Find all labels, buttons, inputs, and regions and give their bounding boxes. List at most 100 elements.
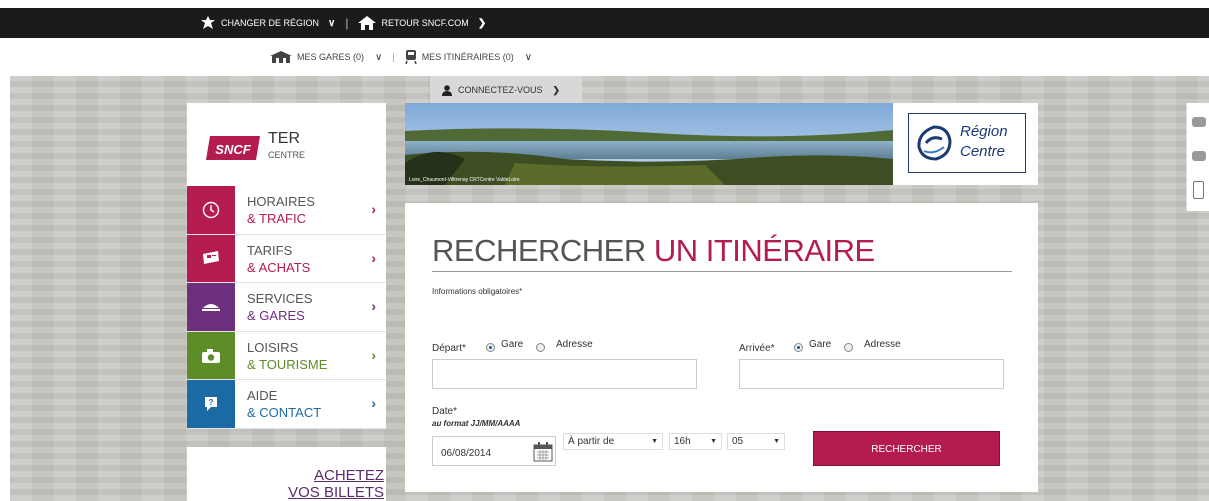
ter-centre-logo[interactable]: SNCF TER CENTRE bbox=[187, 103, 386, 186]
date-input[interactable]: 06/08/2014 bbox=[432, 436, 556, 466]
user-icon bbox=[442, 84, 452, 96]
menu-label: TARIFS bbox=[247, 242, 293, 258]
hour-value: 16h bbox=[674, 436, 691, 447]
promo-line2: VOS BILLETS bbox=[288, 484, 384, 501]
depart-adresse-radio[interactable] bbox=[536, 343, 545, 352]
chevron-down-icon: ∨ bbox=[524, 51, 533, 63]
top-bar: CHANGER DE RÉGION ∨ | RETOUR SNCF.COM ❯ bbox=[0, 8, 1209, 38]
menu-item-horaires[interactable]: HORAIRES & TRAFIC › bbox=[187, 186, 386, 235]
menu-sublabel: & ACHATS bbox=[247, 259, 311, 275]
dropdown-arrow-icon: ▼ bbox=[710, 438, 717, 445]
required-note: Informations obligatoires* bbox=[432, 287, 523, 296]
chevron-down-icon: ∨ bbox=[375, 51, 383, 63]
menu-item-tarifs[interactable]: TARIFS & ACHATS › bbox=[187, 234, 386, 284]
title-divider bbox=[432, 271, 1012, 272]
depart-label: Départ* bbox=[432, 343, 466, 354]
menu-label: SERVICES bbox=[247, 291, 313, 307]
page-title: RECHERCHER UN ITINÉRAIRE bbox=[432, 233, 875, 269]
clock-icon bbox=[187, 186, 235, 234]
menu-label: AIDE bbox=[247, 388, 278, 404]
region-emblem-icon bbox=[917, 125, 952, 161]
menu-label: HORAIRES bbox=[247, 194, 315, 209]
depart-gare-label: Gare bbox=[501, 339, 524, 350]
side-menu: HORAIRES & TRAFIC › TARIFS & ACHATS › SE… bbox=[187, 186, 386, 429]
sncf-logo-icon: SNCF bbox=[206, 136, 260, 160]
connect-label: CONNECTEZ-VOUS bbox=[458, 85, 543, 95]
help-icon: ? bbox=[187, 380, 235, 428]
mes-gares-menu[interactable]: MES GARES (0) ∨ bbox=[270, 51, 382, 63]
depart-input[interactable] bbox=[432, 359, 697, 389]
menu-sublabel: & TOURISME bbox=[247, 356, 328, 372]
region-line2: Centre bbox=[960, 143, 1006, 160]
mes-itineraires-label: MES ITINÉRAIRES (0) bbox=[421, 52, 514, 62]
arrivee-adresse-radio[interactable] bbox=[844, 343, 853, 352]
mobile-icon[interactable] bbox=[1193, 181, 1204, 199]
back-sncf-link[interactable]: RETOUR SNCF.COM ❯ bbox=[358, 16, 486, 30]
chevron-right-icon: › bbox=[371, 298, 376, 315]
menu-sublabel: & CONTACT bbox=[247, 405, 322, 421]
sncf-text: SNCF bbox=[215, 142, 251, 157]
arrivee-gare-radio[interactable] bbox=[794, 343, 803, 352]
hour-select[interactable]: 16h ▼ bbox=[669, 433, 722, 450]
region-line1: Région bbox=[960, 123, 1008, 140]
station-icon bbox=[270, 51, 292, 63]
promo-box: ACHETEZ VOS BILLETS bbox=[187, 447, 386, 501]
comment-icon[interactable] bbox=[1192, 151, 1206, 161]
region-centre-logo[interactable]: Région Centre bbox=[908, 113, 1026, 173]
service-icon bbox=[187, 283, 235, 331]
chevron-right-icon: › bbox=[371, 346, 376, 363]
share-icon[interactable] bbox=[1192, 117, 1206, 127]
change-region-link[interactable]: CHANGER DE RÉGION ∨ bbox=[200, 16, 335, 30]
minute-value: 05 bbox=[732, 436, 744, 447]
arrivee-gare-label: Gare bbox=[809, 339, 832, 350]
chevron-down-icon: ∨ bbox=[328, 17, 336, 29]
mes-gares-label: MES GARES (0) bbox=[297, 52, 365, 62]
promo-line1: ACHETEZ bbox=[313, 467, 384, 484]
search-button[interactable]: RECHERCHER bbox=[813, 431, 1000, 466]
date-value: 06/08/2014 bbox=[441, 448, 492, 459]
menu-item-services[interactable]: SERVICES & GARES › bbox=[187, 283, 386, 332]
chevron-right-icon: › bbox=[371, 201, 376, 217]
separator: | bbox=[345, 16, 349, 30]
title-part2: UN ITINÉRAIRE bbox=[653, 233, 875, 268]
back-sncf-label: RETOUR SNCF.COM bbox=[381, 18, 469, 28]
region-name: Région Centre bbox=[960, 122, 1008, 162]
chevron-right-icon: ❯ bbox=[477, 17, 487, 29]
date-format-hint: au format JJ/MM/AAAA bbox=[432, 419, 521, 428]
svg-text:?: ? bbox=[209, 398, 214, 407]
menu-sublabel: & TRAFIC bbox=[247, 211, 306, 226]
calendar-icon[interactable] bbox=[533, 442, 553, 462]
depart-gare-radio[interactable] bbox=[486, 343, 495, 352]
date-label: Date* bbox=[432, 406, 458, 417]
home-icon bbox=[358, 16, 377, 30]
buy-tickets-link[interactable]: ACHETEZ VOS BILLETS bbox=[288, 467, 384, 501]
user-bar: MES GARES (0) ∨ | MES ITINÉRAIRES (0) ∨ bbox=[0, 38, 1209, 76]
connect-button[interactable]: CONNECTEZ-VOUS ❯ bbox=[430, 76, 582, 104]
menu-label: LOISIRS bbox=[247, 339, 299, 355]
mes-itineraires-menu[interactable]: MES ITINÉRAIRES (0) ∨ bbox=[404, 50, 533, 64]
region-icon bbox=[201, 16, 215, 29]
menu-item-loisirs[interactable]: LOISIRS & TOURISME › bbox=[187, 331, 386, 381]
time-mode-select[interactable]: À partir de ▼ bbox=[563, 433, 663, 450]
time-mode-value: À partir de bbox=[568, 436, 615, 447]
chevron-right-icon: › bbox=[371, 249, 376, 266]
chevron-right-icon: ❯ bbox=[552, 84, 561, 95]
depart-adresse-label: Adresse bbox=[556, 339, 593, 350]
dropdown-arrow-icon: ▼ bbox=[773, 438, 780, 445]
arrivee-label: Arrivée* bbox=[739, 343, 775, 354]
arrivee-input[interactable] bbox=[739, 359, 1004, 389]
separator: | bbox=[392, 52, 395, 62]
menu-item-aide[interactable]: ? AIDE & CONTACT › bbox=[187, 380, 386, 429]
banner: Loire_Chaumont-Villtrenay CRTCentre Vald… bbox=[405, 103, 1038, 185]
landscape-photo: Loire_Chaumont-Villtrenay CRTCentre Vald… bbox=[405, 103, 893, 185]
camera-icon bbox=[187, 331, 235, 380]
train-icon bbox=[404, 50, 417, 64]
menu-sublabel: & GARES bbox=[247, 308, 305, 324]
region-subtitle: CENTRE bbox=[268, 150, 306, 160]
chevron-right-icon: › bbox=[371, 395, 376, 412]
arrivee-adresse-label: Adresse bbox=[864, 339, 901, 350]
ter-title: TER bbox=[268, 130, 300, 147]
ticket-icon bbox=[187, 234, 235, 283]
minute-select[interactable]: 05 ▼ bbox=[727, 433, 785, 450]
change-region-label: CHANGER DE RÉGION bbox=[221, 18, 320, 28]
